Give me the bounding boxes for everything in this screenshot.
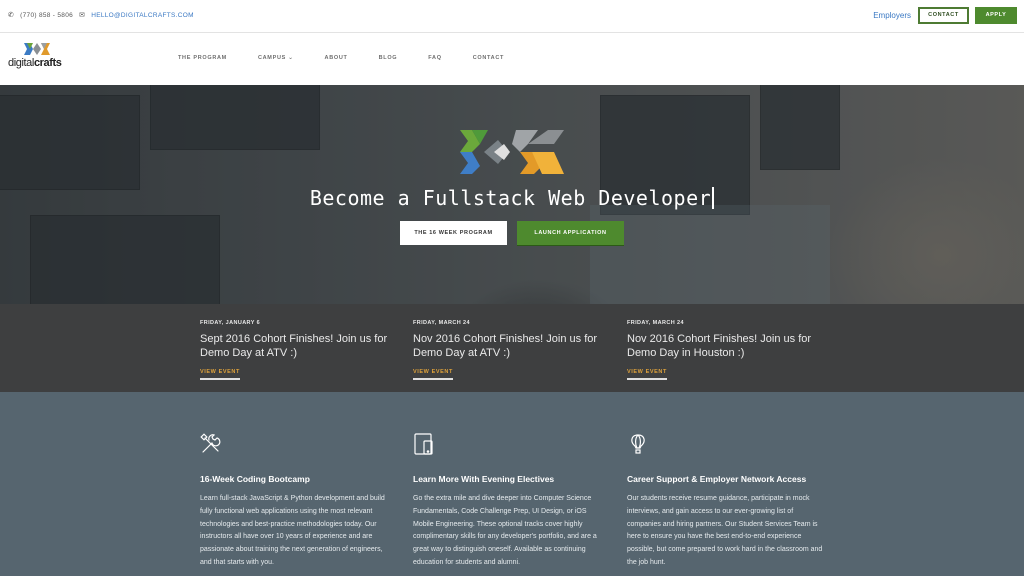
nav-item-faq[interactable]: FAQ [428,55,441,61]
feature-text: Our students receive resume guidance, pa… [627,495,823,566]
features-section: 16-Week Coding Bootcamp Learn full-stack… [0,392,1024,576]
nav-item-contact[interactable]: CONTACT [473,55,504,61]
event-card: FRIDAY, JANUARY 6 Sept 2016 Cohort Finis… [200,320,390,380]
nav-item-about[interactable]: ABOUT [325,55,348,61]
event-card: FRIDAY, MARCH 24 Nov 2016 Cohort Finishe… [413,320,603,380]
site-logo[interactable]: digitalcrafts [8,43,70,73]
view-event-link[interactable]: VIEW EVENT [413,369,453,380]
top-bar: ✆ (770) 858 - 5806 ✉ HELLO@DIGITALCRAFTS… [0,0,1024,33]
launch-application-button[interactable]: LAUNCH APPLICATION [517,221,624,245]
top-actions: Employers CONTACT APPLY [873,7,1017,24]
balloon-icon [631,434,645,454]
event-title: Nov 2016 Cohort Finishes! Join us for De… [627,333,812,359]
logo-mark-icon [24,43,50,55]
view-event-link[interactable]: VIEW EVENT [627,369,667,380]
nav-item-program[interactable]: THE PROGRAM [178,55,227,61]
main-navbar: digitalcrafts THE PROGRAM CAMPUS ⌄ ABOUT… [0,33,1024,85]
nav-item-campus[interactable]: CAMPUS ⌄ [258,55,294,61]
hero-logo-icon [460,130,564,174]
contact-button[interactable]: CONTACT [918,7,969,24]
event-title: Sept 2016 Cohort Finishes! Join us for D… [200,333,388,359]
hero-actions: THE 16 WEEK PROGRAM LAUNCH APPLICATION [400,221,624,245]
program-button[interactable]: THE 16 WEEK PROGRAM [400,221,507,245]
event-card: FRIDAY, MARCH 24 Nov 2016 Cohort Finishe… [627,320,817,380]
event-title: Nov 2016 Cohort Finishes! Join us for De… [413,333,598,359]
feature-title: Learn More With Evening Electives [413,474,555,484]
employers-link[interactable]: Employers [873,11,911,20]
primary-nav: THE PROGRAM CAMPUS ⌄ ABOUT BLOG FAQ CONT… [178,55,535,61]
apply-button[interactable]: APPLY [975,7,1017,24]
hero-title: Become a Fullstack Web Developer [0,186,1024,210]
event-date: FRIDAY, JANUARY 6 [200,320,261,326]
feature-bootcamp: 16-Week Coding Bootcamp Learn full-stack… [200,433,396,570]
nav-item-blog[interactable]: BLOG [379,55,398,61]
hero-section: Become a Fullstack Web Developer THE 16 … [0,85,1024,304]
feature-text: Learn full-stack JavaScript & Python dev… [200,495,385,566]
phone-number[interactable]: (770) 858 - 5806 [20,12,73,19]
email-link[interactable]: HELLO@DIGITALCRAFTS.COM [91,12,194,19]
logo-wordmark: digitalcrafts [8,57,62,69]
event-date: FRIDAY, MARCH 24 [627,320,684,326]
feature-electives: Learn More With Evening Electives Go the… [413,433,609,570]
typing-caret [712,187,715,209]
event-date: FRIDAY, MARCH 24 [413,320,470,326]
feature-text: Go the extra mile and dive deeper into C… [413,495,597,566]
contact-info: ✆ (770) 858 - 5806 ✉ HELLO@DIGITALCRAFTS… [8,11,194,20]
envelope-icon: ✉ [79,12,86,19]
feature-title: 16-Week Coding Bootcamp [200,474,310,484]
phone-icon: ✆ [8,12,15,19]
tools-icon [200,433,221,453]
events-band: FRIDAY, JANUARY 6 Sept 2016 Cohort Finis… [0,304,1024,392]
feature-title: Career Support & Employer Network Access [627,474,807,484]
devices-icon [414,433,433,455]
view-event-link[interactable]: VIEW EVENT [200,369,240,380]
feature-career: Career Support & Employer Network Access… [627,433,823,570]
